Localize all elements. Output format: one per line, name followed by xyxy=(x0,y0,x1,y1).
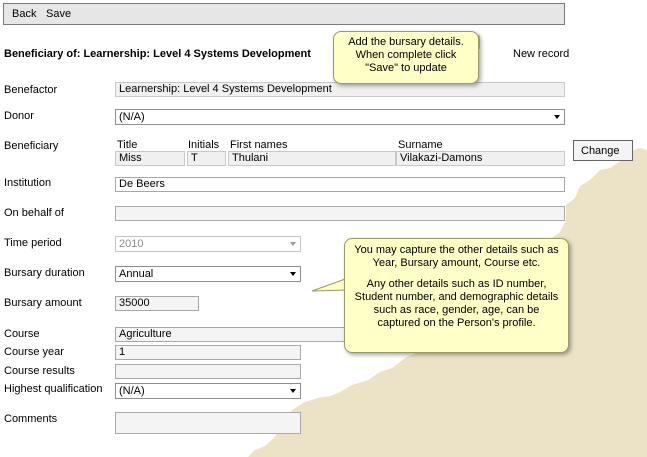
callout-line: Year, Bursary amount, Course etc. xyxy=(372,257,541,269)
callout-line: captured on the Person's profile. xyxy=(377,317,536,329)
save-hint-callout: Add the bursary details. When complete c… xyxy=(333,31,479,84)
callout-line: "Save" to update xyxy=(365,62,447,74)
callout-line: such as race, gender, age, can be xyxy=(373,304,540,316)
callout-line: Any other details such as ID number, xyxy=(366,278,547,290)
callout-line: You may capture the other details such a… xyxy=(354,244,559,256)
callout-line: Add the bursary details. xyxy=(348,36,464,48)
callout-line: When complete click xyxy=(355,49,457,61)
callout-line: Student number, and demographic details xyxy=(354,291,559,303)
details-hint-callout: You may capture the other details such a… xyxy=(344,238,569,353)
callout-pointers xyxy=(311,35,480,292)
